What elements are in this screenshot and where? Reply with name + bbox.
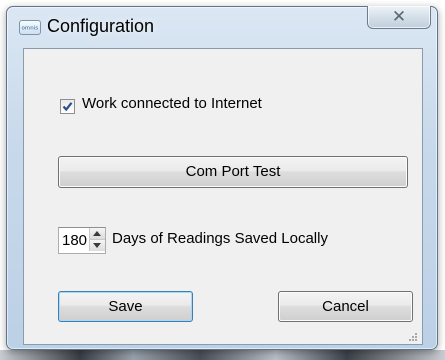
close-button[interactable]: ✕ <box>367 6 431 29</box>
title-bar[interactable]: omnis Configuration ✕ <box>7 6 437 45</box>
dialog-body: Work connected to Internet Com Port Test… <box>23 48 423 345</box>
window-title: Configuration <box>47 16 155 36</box>
cancel-button[interactable]: Cancel <box>278 291 413 322</box>
save-button[interactable]: Save <box>58 291 193 322</box>
resize-grip-icon[interactable] <box>406 330 418 342</box>
checkmark-icon <box>62 102 73 112</box>
com-port-test-button[interactable]: Com Port Test <box>58 156 408 188</box>
svg-text:omnis: omnis <box>22 26 39 32</box>
arrow-up-icon <box>93 231 101 236</box>
days-saved-label: Days of Readings Saved Locally <box>112 230 328 247</box>
spinner-up-button[interactable] <box>89 228 105 240</box>
work-connected-checkbox[interactable] <box>60 99 75 114</box>
arrow-down-icon <box>93 243 101 248</box>
configuration-dialog: omnis Configuration ✕ Work connected to … <box>6 6 438 350</box>
desktop-background <box>0 350 445 360</box>
close-icon: ✕ <box>391 7 407 26</box>
days-saved-spinner[interactable]: 180 <box>58 227 106 254</box>
spinner-down-button[interactable] <box>89 240 105 251</box>
app-icon: omnis <box>19 20 41 35</box>
work-connected-label[interactable]: Work connected to Internet <box>82 95 262 112</box>
days-saved-value[interactable]: 180 <box>62 232 87 249</box>
